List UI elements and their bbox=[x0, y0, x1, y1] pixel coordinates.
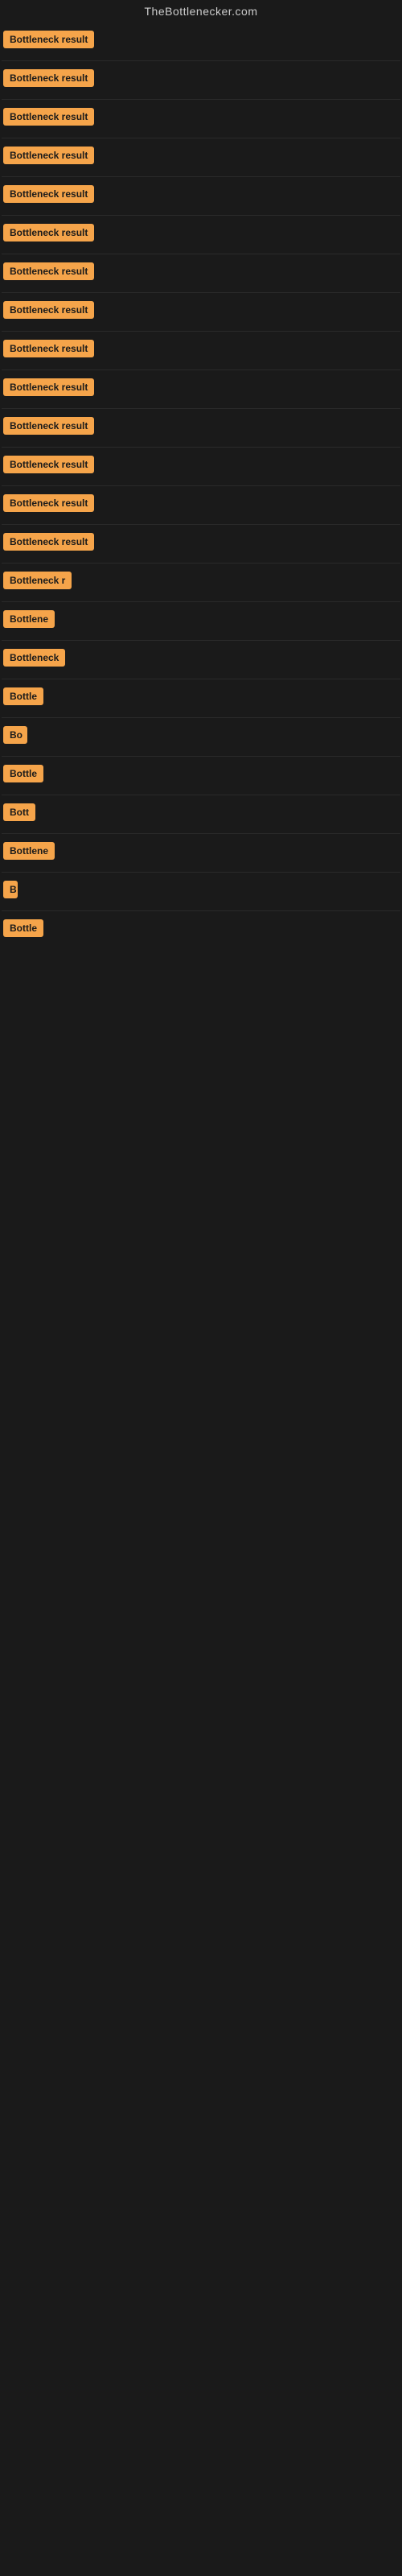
bottleneck-badge-24[interactable]: Bottle bbox=[3, 919, 43, 937]
bottleneck-badge-21[interactable]: Bott bbox=[3, 803, 35, 821]
badge-row-3: Bottleneck result bbox=[0, 100, 402, 138]
badge-row-13: Bottleneck result bbox=[0, 486, 402, 524]
bottleneck-badge-18[interactable]: Bottle bbox=[3, 687, 43, 705]
bottleneck-badge-16[interactable]: Bottlene bbox=[3, 610, 55, 628]
bottleneck-badge-23[interactable]: B bbox=[3, 881, 18, 898]
badge-row-10: Bottleneck result bbox=[0, 370, 402, 408]
badge-row-8: Bottleneck result bbox=[0, 293, 402, 331]
badge-row-17: Bottleneck bbox=[0, 641, 402, 679]
bottleneck-badge-15[interactable]: Bottleneck r bbox=[3, 572, 72, 589]
bottleneck-badge-13[interactable]: Bottleneck result bbox=[3, 494, 94, 512]
badge-row-1: Bottleneck result bbox=[0, 23, 402, 60]
bottleneck-badge-10[interactable]: Bottleneck result bbox=[3, 378, 94, 396]
bottleneck-badge-8[interactable]: Bottleneck result bbox=[3, 301, 94, 319]
bottleneck-badge-12[interactable]: Bottleneck result bbox=[3, 456, 94, 473]
bottleneck-badge-9[interactable]: Bottleneck result bbox=[3, 340, 94, 357]
badge-row-23: B bbox=[0, 873, 402, 910]
badge-row-22: Bottlene bbox=[0, 834, 402, 872]
bottleneck-badge-3[interactable]: Bottleneck result bbox=[3, 108, 94, 126]
bottleneck-badge-5[interactable]: Bottleneck result bbox=[3, 185, 94, 203]
badge-row-6: Bottleneck result bbox=[0, 216, 402, 254]
badge-row-15: Bottleneck r bbox=[0, 564, 402, 601]
bottleneck-badge-2[interactable]: Bottleneck result bbox=[3, 69, 94, 87]
badge-row-7: Bottleneck result bbox=[0, 254, 402, 292]
bottleneck-badge-20[interactable]: Bottle bbox=[3, 765, 43, 782]
badge-row-9: Bottleneck result bbox=[0, 332, 402, 369]
badges-container: Bottleneck result Bottleneck result Bottle… bbox=[0, 23, 402, 949]
badge-row-2: Bottleneck result bbox=[0, 61, 402, 99]
bottleneck-badge-11[interactable]: Bottleneck result bbox=[3, 417, 94, 435]
bottleneck-badge-17[interactable]: Bottleneck bbox=[3, 649, 65, 667]
site-title: TheBottlenecker.com bbox=[0, 0, 402, 23]
bottleneck-badge-22[interactable]: Bottlene bbox=[3, 842, 55, 860]
badge-row-18: Bottle bbox=[0, 679, 402, 717]
bottleneck-badge-19[interactable]: Bo bbox=[3, 726, 27, 744]
badge-row-19: Bo bbox=[0, 718, 402, 756]
badge-row-16: Bottlene bbox=[0, 602, 402, 640]
badge-row-11: Bottleneck result bbox=[0, 409, 402, 447]
badge-row-14: Bottleneck result bbox=[0, 525, 402, 563]
badge-row-4: Bottleneck result bbox=[0, 138, 402, 176]
bottleneck-badge-4[interactable]: Bottleneck result bbox=[3, 147, 94, 164]
badge-row-20: Bottle bbox=[0, 757, 402, 795]
bottleneck-badge-6[interactable]: Bottleneck result bbox=[3, 224, 94, 242]
badge-row-24: Bottle bbox=[0, 911, 402, 949]
badge-row-21: Bott bbox=[0, 795, 402, 833]
badge-row-12: Bottleneck result bbox=[0, 448, 402, 485]
bottleneck-badge-14[interactable]: Bottleneck result bbox=[3, 533, 94, 551]
badge-row-5: Bottleneck result bbox=[0, 177, 402, 215]
bottleneck-badge-7[interactable]: Bottleneck result bbox=[3, 262, 94, 280]
bottleneck-badge-1[interactable]: Bottleneck result bbox=[3, 31, 94, 48]
